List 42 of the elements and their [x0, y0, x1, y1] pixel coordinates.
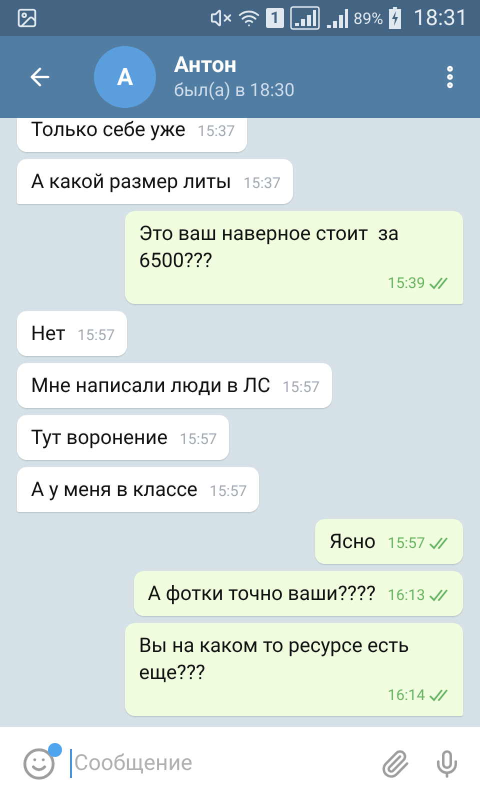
- signal-icon: [290, 6, 320, 30]
- message-bubble[interactable]: А у меня в классе 15:57: [17, 467, 259, 512]
- message-time: 15:57: [282, 378, 320, 396]
- message-text: Тут воронение: [31, 424, 168, 451]
- message-time: 16:13: [388, 586, 425, 604]
- message-bubble[interactable]: Нет 15:57: [17, 311, 127, 356]
- message-time: 15:37: [198, 122, 235, 140]
- message-time: 15:39: [388, 274, 425, 292]
- paperclip-icon[interactable]: [380, 748, 410, 778]
- message-text: Нет: [31, 320, 66, 347]
- contact-name[interactable]: Антон: [174, 53, 436, 78]
- emoji-icon[interactable]: [22, 746, 56, 780]
- battery-percent: 89%: [354, 8, 384, 28]
- message-text: А у меня в классе: [31, 476, 198, 503]
- signal-icon: [326, 6, 348, 30]
- message-bubble[interactable]: Ясно 15:57: [315, 519, 463, 564]
- message-bubble[interactable]: А какой размер литы 15:37: [17, 159, 293, 204]
- message-text: Только себе уже: [31, 118, 186, 143]
- message-bubble[interactable]: Тут воронение 15:57: [17, 415, 229, 460]
- message-text: А фотки точно ваши????: [148, 580, 376, 607]
- message-bubble[interactable]: Только себе уже 15:37: [17, 118, 247, 152]
- message-time: 15:37: [243, 174, 281, 192]
- clock-time: 18:31: [413, 6, 468, 30]
- muted-icon: [210, 7, 232, 29]
- message-time: 15:57: [180, 430, 217, 448]
- message-time: 16:14: [388, 686, 425, 704]
- message-time: 15:57: [77, 326, 115, 344]
- message-text: Ясно: [329, 528, 376, 555]
- message-time: 15:57: [210, 482, 247, 500]
- message-bubble[interactable]: Мне написали люди в ЛС 15:57: [17, 363, 332, 408]
- message-text: Мне написали люди в ЛС: [31, 372, 270, 399]
- battery-charging-icon: [389, 7, 402, 29]
- last-seen-status: был(а) в 18:30: [174, 80, 296, 101]
- message-bubble[interactable]: А фотки точно ваши???? 16:13: [134, 571, 463, 616]
- sim-label: 1: [266, 8, 284, 28]
- message-text: Это ваш наверное стоит за 6500???: [139, 220, 400, 274]
- message-bubble[interactable]: Это ваш наверное стоит за 6500??? 15:39: [125, 211, 463, 304]
- message-text: А какой размер литы: [31, 168, 232, 195]
- message-text: Вы на каком то ресурсе есть еще???: [139, 632, 410, 686]
- message-time: 15:57: [388, 534, 425, 552]
- message-bubble[interactable]: Вы на каком то ресурсе есть еще??? 16:14: [125, 623, 463, 716]
- gallery-icon: [16, 7, 38, 29]
